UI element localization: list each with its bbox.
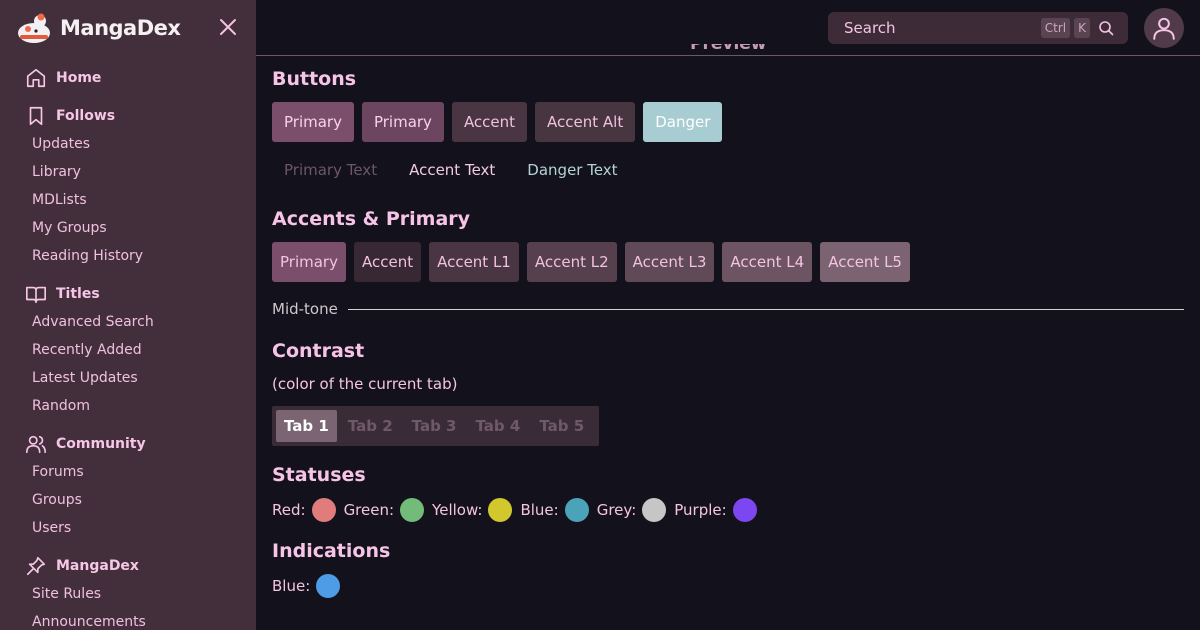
status-label: Purple:: [674, 501, 727, 519]
danger-button[interactable]: Danger: [643, 102, 723, 142]
red-status-dot: [311, 498, 336, 522]
sidebar-item-titles[interactable]: Titles: [0, 280, 256, 308]
primary-swatch-button[interactable]: Primary: [272, 242, 346, 282]
accents-row: Primary Accent Accent L1 Accent L2 Accent L3…: [272, 242, 918, 282]
sidebar-item-groups[interactable]: Groups: [0, 486, 256, 514]
text-buttons-row: Primary Text Accent Text Danger Text: [272, 150, 638, 190]
accent-text-button[interactable]: Accent Text: [397, 150, 507, 190]
yellow-status-dot: [488, 498, 513, 522]
tab-3[interactable]: Tab 3: [404, 410, 465, 442]
sidebar-item-users[interactable]: Users: [0, 514, 256, 542]
buttons-row: Primary Primary Accent Accent Alt Danger: [272, 102, 730, 142]
search-input[interactable]: Search: [844, 19, 1041, 37]
brand-name: MangaDex: [60, 16, 181, 40]
sidebar-item-label: Titles: [56, 286, 100, 302]
blue-status-dot: [316, 574, 341, 598]
sidebar-item-site-rules[interactable]: Site Rules: [0, 580, 256, 608]
sidebar-item-latest-updates[interactable]: Latest Updates: [0, 364, 256, 392]
primary-button[interactable]: Primary: [272, 102, 354, 142]
sidebar-item-home[interactable]: Home: [0, 64, 256, 92]
sidebar-nav: Home Follows Updates Library MDLists My …: [0, 64, 256, 630]
user-icon: [1153, 17, 1175, 40]
danger-text-button[interactable]: Danger Text: [515, 150, 629, 190]
primary-button[interactable]: Primary: [361, 102, 444, 142]
sidebar-item-community[interactable]: Community: [0, 430, 256, 458]
sidebar-item-forums[interactable]: Forums: [0, 458, 256, 486]
home-icon: [24, 66, 48, 90]
sidebar-item-follows[interactable]: Follows: [0, 102, 256, 130]
grey-status-dot: [642, 498, 667, 522]
purple-status-dot: [732, 498, 757, 522]
brand[interactable]: MangaDex: [16, 10, 181, 46]
accent-l1-swatch-button[interactable]: Accent L1: [429, 242, 519, 282]
sidebar-item-random[interactable]: Random: [0, 392, 256, 420]
sidebar: MangaDex Home Follows Updates Library MD…: [0, 0, 256, 630]
blue-status-dot: [564, 498, 589, 522]
accent-l5-swatch-button[interactable]: Accent L5: [820, 242, 910, 282]
close-icon: [220, 19, 236, 35]
primary-text-button[interactable]: Primary Text: [272, 150, 389, 190]
sidebar-item-label: Community: [56, 436, 146, 452]
green-status-dot: [400, 498, 425, 522]
sidebar-item-my-groups[interactable]: My Groups: [0, 214, 256, 242]
sidebar-item-mdlists[interactable]: MDLists: [0, 186, 256, 214]
close-sidebar-button[interactable]: [216, 17, 240, 41]
users-icon: [24, 432, 48, 456]
pin-icon: [24, 554, 48, 578]
accent-button[interactable]: Accent: [451, 102, 528, 142]
sidebar-item-advanced-search[interactable]: Advanced Search: [0, 308, 256, 336]
sidebar-item-library[interactable]: Library: [0, 158, 256, 186]
accent-l3-swatch-button[interactable]: Accent L3: [624, 242, 715, 282]
header-divider: [256, 55, 1200, 56]
tab-5[interactable]: Tab 5: [531, 410, 592, 442]
status-label: Red:: [272, 501, 306, 519]
midtone-label: Mid-tone: [272, 300, 338, 318]
midtone-line: [347, 308, 1184, 310]
buttons-heading: Buttons: [272, 68, 357, 90]
sidebar-item-label: Home: [56, 70, 102, 86]
sidebar-item-reading-history[interactable]: Reading History: [0, 242, 256, 270]
tab-4[interactable]: Tab 4: [467, 410, 528, 442]
accent-l4-swatch-button[interactable]: Accent L4: [722, 242, 813, 282]
sidebar-item-mangadex[interactable]: MangaDex: [0, 552, 256, 580]
tab-1[interactable]: Tab 1: [276, 410, 337, 442]
user-avatar-button[interactable]: [1144, 8, 1184, 48]
sidebar-item-updates[interactable]: Updates: [0, 130, 256, 158]
status-label: Yellow:: [432, 501, 483, 519]
sidebar-item-announcements[interactable]: Announcements: [0, 608, 256, 630]
tab-2[interactable]: Tab 2: [340, 410, 401, 442]
mangadex-logo-icon: [16, 11, 54, 45]
search-bar[interactable]: Search Ctrl K: [828, 12, 1128, 44]
status-label: Blue:: [520, 501, 559, 519]
midtone-divider: Mid-tone: [272, 299, 1184, 319]
statuses-row: Red: Green: Yellow: Blue: Grey: Purple:: [272, 497, 765, 523]
status-label: Green:: [343, 501, 395, 519]
kbd-ctrl: Ctrl: [1040, 18, 1071, 38]
contrast-heading: Contrast: [272, 340, 365, 362]
accents-heading: Accents & Primary: [272, 208, 471, 230]
bookmark-icon: [24, 104, 48, 128]
book-icon: [24, 282, 48, 306]
sidebar-item-label: Follows: [56, 108, 116, 124]
sidebar-item-label: MangaDex: [56, 558, 139, 574]
accent-l2-swatch-button[interactable]: Accent L2: [526, 242, 617, 282]
contrast-subtitle: (color of the current tab): [272, 375, 458, 393]
kbd-k: K: [1074, 18, 1090, 38]
accent-alt-button[interactable]: Accent Alt: [535, 102, 636, 142]
indications-row: Blue:: [272, 573, 348, 599]
sidebar-item-recently-added[interactable]: Recently Added: [0, 336, 256, 364]
status-label: Grey:: [596, 501, 637, 519]
accent-swatch-button[interactable]: Accent: [353, 242, 422, 282]
tab-bar: Tab 1 Tab 2 Tab 3 Tab 4 Tab 5: [272, 406, 600, 446]
search-icon[interactable]: [1098, 20, 1118, 36]
indications-heading: Indications: [272, 540, 391, 562]
status-label: Blue:: [272, 577, 311, 595]
statuses-heading: Statuses: [272, 464, 366, 486]
